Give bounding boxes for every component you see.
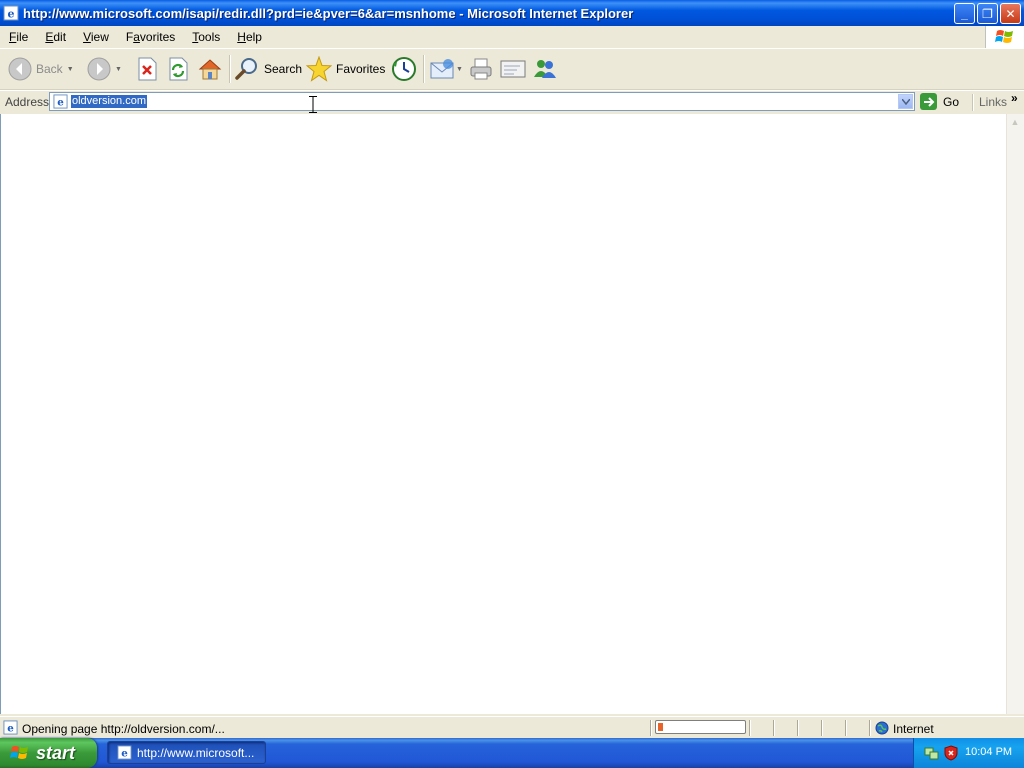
svg-text:e: e xyxy=(121,748,128,760)
menu-tools[interactable]: Tools xyxy=(183,30,228,44)
status-text: Opening page http://oldversion.com/... xyxy=(22,722,225,736)
mail-button[interactable]: ▼ xyxy=(430,55,463,83)
toolbar-separator xyxy=(423,55,425,83)
window-title: http://www.microsoft.com/isapi/redir.dll… xyxy=(23,5,634,21)
start-button[interactable]: start xyxy=(0,738,97,768)
favorites-button[interactable]: Favorites xyxy=(306,55,385,83)
stop-button[interactable] xyxy=(136,55,158,83)
status-separator xyxy=(797,720,799,736)
mail-icon xyxy=(430,59,454,79)
progress-fill xyxy=(658,723,663,731)
stop-icon xyxy=(138,57,157,81)
address-input[interactable]: e oldversion.com xyxy=(49,92,915,111)
status-bar: e Opening page http://oldversion.com/...… xyxy=(0,716,1024,739)
links-separator xyxy=(972,94,974,111)
menu-view[interactable]: View xyxy=(74,30,117,44)
refresh-button[interactable] xyxy=(167,55,189,83)
favorites-icon xyxy=(306,56,332,82)
home-button[interactable] xyxy=(197,55,223,83)
print-icon xyxy=(470,58,492,80)
menu-favorites[interactable]: Favorites xyxy=(117,30,183,44)
close-button[interactable]: ✕ xyxy=(1000,3,1021,24)
system-tray: 10:04 PM xyxy=(913,738,1024,768)
chevron-down-icon xyxy=(901,98,910,105)
forward-icon xyxy=(87,57,111,81)
go-arrow-icon xyxy=(920,93,937,110)
address-bar: Address e oldversion.com Go Links » xyxy=(0,90,1024,115)
address-dropdown-button[interactable] xyxy=(898,94,913,109)
ie-page-icon: e xyxy=(3,720,18,735)
search-button[interactable]: Search xyxy=(234,55,302,83)
globe-icon xyxy=(875,721,889,735)
forward-dropdown-arrow[interactable]: ▼ xyxy=(115,66,122,73)
scroll-up-icon[interactable]: ▲ xyxy=(1007,114,1023,131)
vertical-scrollbar[interactable]: ▲ xyxy=(1006,114,1024,714)
svg-text:e: e xyxy=(57,97,64,109)
text-cursor-icon xyxy=(309,96,317,113)
history-button[interactable] xyxy=(391,55,417,83)
restore-button[interactable]: ❐ xyxy=(977,3,998,24)
menu-edit[interactable]: Edit xyxy=(36,30,74,44)
go-button[interactable]: Go xyxy=(920,93,959,110)
edit-button[interactable] xyxy=(500,55,526,83)
links-toolbar-label[interactable]: Links xyxy=(979,95,1007,109)
status-separator xyxy=(821,720,823,736)
standard-toolbar: Back ▼ ▼ Search Favorites ▼ xyxy=(0,49,1024,90)
status-separator xyxy=(650,720,652,736)
security-shield-icon[interactable] xyxy=(943,745,959,761)
status-separator xyxy=(845,720,847,736)
taskbar: start e http://www.microsoft... 10:04 PM xyxy=(0,738,1024,768)
refresh-icon xyxy=(169,57,188,81)
toolbar-separator xyxy=(229,55,231,83)
print-button[interactable] xyxy=(469,55,493,83)
title-bar[interactable]: e http://www.microsoft.com/isapi/redir.d… xyxy=(0,0,1024,26)
windows-flag-icon xyxy=(985,26,1024,48)
menu-file[interactable]: File xyxy=(0,30,36,44)
network-icon[interactable] xyxy=(924,745,940,761)
svg-text:e: e xyxy=(8,8,15,21)
messenger-icon xyxy=(534,60,556,78)
menu-help[interactable]: Help xyxy=(228,30,270,44)
progress-bar xyxy=(655,720,746,734)
status-separator xyxy=(869,720,871,736)
ie-page-icon: e xyxy=(117,745,132,760)
taskbar-item-ie[interactable]: e http://www.microsoft... xyxy=(107,741,266,764)
menu-bar: File Edit View Favorites Tools Help xyxy=(0,26,1024,49)
search-icon xyxy=(235,58,257,80)
security-zone-label: Internet xyxy=(893,722,934,736)
address-label: Address xyxy=(5,95,50,109)
edit-icon xyxy=(500,60,526,78)
svg-text:e: e xyxy=(7,723,14,735)
clock[interactable]: 10:04 PM xyxy=(965,746,1012,758)
back-icon xyxy=(8,57,32,81)
status-separator xyxy=(749,720,751,736)
windows-flag-icon xyxy=(10,746,28,759)
ie-page-icon: e xyxy=(3,5,19,21)
ie-page-icon: e xyxy=(53,94,68,109)
minimize-button[interactable]: _ xyxy=(954,3,975,24)
status-separator xyxy=(773,720,775,736)
back-dropdown-arrow[interactable]: ▼ xyxy=(67,66,74,73)
messenger-button[interactable] xyxy=(532,55,558,83)
address-value[interactable]: oldversion.com xyxy=(71,95,147,108)
history-icon xyxy=(392,57,416,81)
page-content[interactable] xyxy=(0,114,1006,714)
links-chevron-icon[interactable]: » xyxy=(1011,91,1018,105)
back-button[interactable]: Back ▼ xyxy=(8,55,74,83)
home-icon xyxy=(198,59,222,80)
mail-dropdown-arrow[interactable]: ▼ xyxy=(456,66,463,73)
forward-button[interactable]: ▼ xyxy=(87,55,122,83)
